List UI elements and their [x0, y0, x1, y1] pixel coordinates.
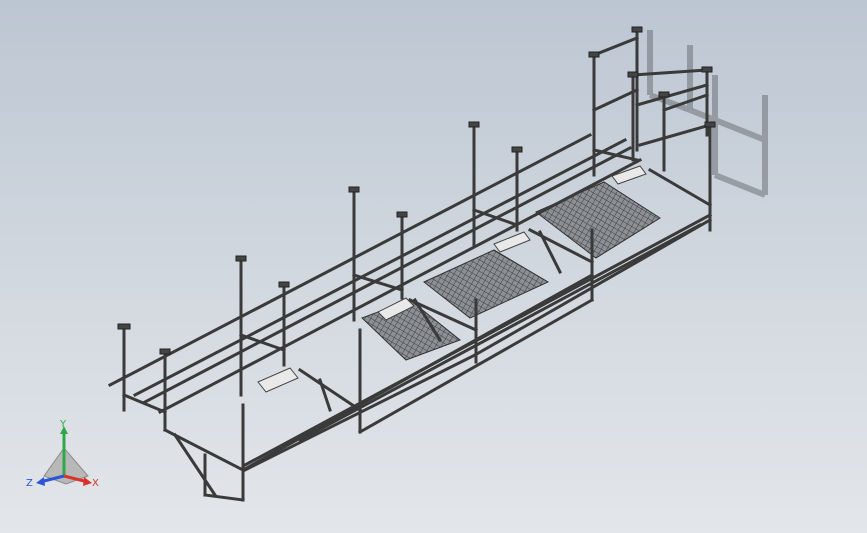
cad-viewport[interactable]: Y X Z: [0, 0, 867, 533]
frame-beams: [107, 28, 713, 502]
z-axis-label: Z: [26, 478, 33, 489]
mesh-panel-1: [361, 299, 462, 361]
x-axis-label: X: [92, 478, 99, 489]
steel-frame-model[interactable]: [0, 0, 867, 533]
x-axis-arrow-icon: [83, 477, 92, 486]
orientation-triad[interactable]: Y X Z: [22, 418, 106, 502]
mesh-panel-2: [423, 249, 550, 319]
mesh-panel-3: [535, 181, 661, 259]
y-axis-label: Y: [59, 419, 67, 430]
z-axis-arrow-icon: [36, 477, 45, 486]
